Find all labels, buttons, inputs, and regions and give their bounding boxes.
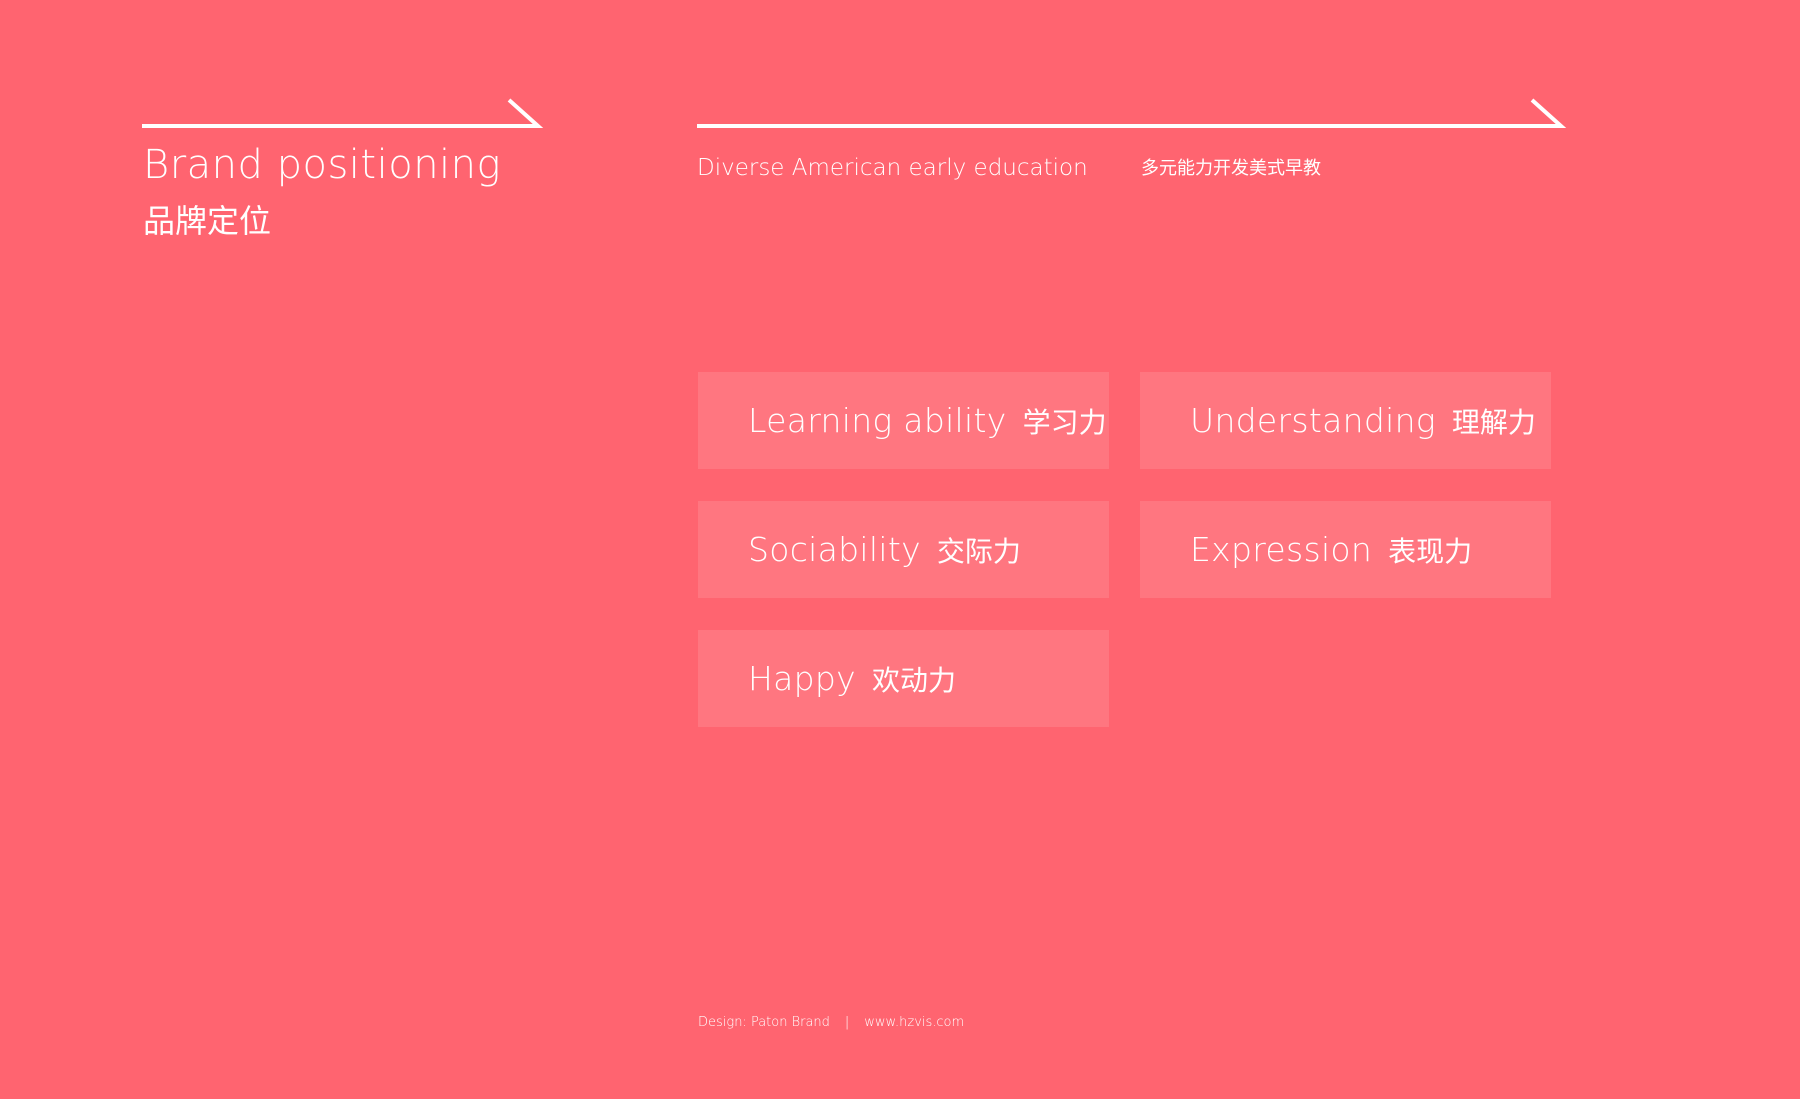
- left-arrow-line-icon: [142, 98, 544, 128]
- ability-label-en: Sociability: [748, 530, 921, 569]
- ability-card-sociability: Sociability 交际力: [698, 501, 1109, 598]
- ability-card-expression: Expression 表现力: [1140, 501, 1551, 598]
- footer-website-link[interactable]: www.hzvis.com: [864, 1015, 964, 1030]
- footer-design-credit: Design: Paton Brand: [698, 1015, 830, 1030]
- ability-label-en: Expression: [1190, 530, 1373, 569]
- right-arrow-line-icon: [697, 98, 1567, 128]
- tagline-english: Diverse American early education: [697, 155, 1088, 181]
- ability-card-happy: Happy 欢动力: [698, 630, 1109, 727]
- ability-card-understanding: Understanding 理解力: [1140, 372, 1551, 469]
- ability-label-cn: 表现力: [1388, 534, 1473, 568]
- ability-label-en: Understanding: [1190, 401, 1436, 440]
- footer-separator: |: [844, 1015, 850, 1030]
- ability-label-cn: 交际力: [936, 534, 1021, 568]
- ability-label-cn: 学习力: [1022, 405, 1107, 439]
- brand-subtitle: 品牌定位: [143, 202, 272, 240]
- ability-label-cn: 理解力: [1451, 405, 1536, 439]
- tagline-chinese: 多元能力开发美式早教: [1141, 158, 1321, 179]
- ability-label-en: Learning ability: [748, 401, 1007, 440]
- ability-card-learning: Learning ability 学习力: [698, 372, 1109, 469]
- brand-title: Brand positioning: [143, 142, 502, 188]
- footer-credits: Design: Paton Brand | www.hzvis.com: [698, 1016, 964, 1029]
- ability-label-cn: 欢动力: [871, 663, 956, 697]
- ability-label-en: Happy: [748, 659, 856, 698]
